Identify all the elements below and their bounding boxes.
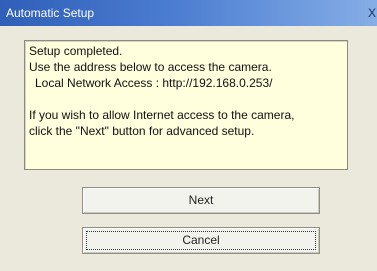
message-box: Setup completed. Use the address below t… <box>24 40 348 170</box>
next-button[interactable]: Next <box>82 187 320 214</box>
title-bar[interactable]: Automatic Setup X <box>0 0 377 26</box>
cancel-button[interactable]: Cancel <box>82 227 320 254</box>
automatic-setup-dialog: Automatic Setup X Setup completed. Use t… <box>0 0 377 271</box>
message-line-click-next: click the "Next" button for advanced set… <box>29 124 255 138</box>
message-line-use-address: Use the address below to access the came… <box>29 60 272 74</box>
cancel-button-label: Cancel <box>182 233 220 247</box>
close-icon[interactable]: X <box>368 5 377 21</box>
window-title: Automatic Setup <box>6 6 95 20</box>
local-network-address: Local Network Access : http://192.168.0.… <box>35 76 273 90</box>
next-button-label: Next <box>188 193 214 207</box>
message-line-internet-access: If you wish to allow Internet access to … <box>29 108 295 122</box>
message-line-setup-completed: Setup completed. <box>29 44 123 58</box>
